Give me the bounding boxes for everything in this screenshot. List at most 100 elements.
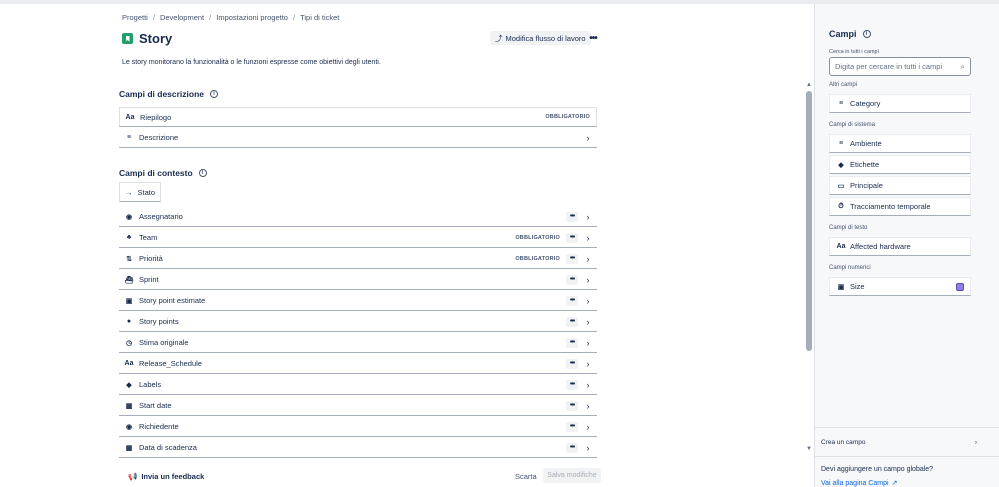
panel-field-label: Principale xyxy=(850,181,883,190)
panel-field-label: Ambiente xyxy=(850,139,882,148)
field-label: Story point estimate xyxy=(139,296,206,305)
breadcrumb-item-projects[interactable]: Progetti xyxy=(122,13,148,22)
field-row-data-di-scadenza[interactable]: ▦ Data di scadenza ••• › xyxy=(119,438,597,458)
breadcrumb-item-issue-types[interactable]: Tipi di ticket xyxy=(300,13,339,22)
chevron-right-icon[interactable]: › xyxy=(582,296,594,306)
user-icon: ◉ xyxy=(125,213,133,221)
panel-field-etichette[interactable]: ◆ Etichette xyxy=(829,155,971,174)
field-label: Stima originale xyxy=(139,338,189,347)
page-title: Story xyxy=(139,31,173,46)
panel-field-ambiente[interactable]: ≡ Ambiente xyxy=(829,134,971,153)
workflow-icon: ⤴ xyxy=(495,33,503,43)
field-row-release-schedule[interactable]: Aa Release_Schedule ••• › xyxy=(119,354,597,374)
context-section-label: Campi di contesto xyxy=(119,168,193,178)
feedback-button[interactable]: 📢 Invia un feedback xyxy=(128,472,204,481)
save-button[interactable]: Salva modifiche xyxy=(543,468,601,483)
field-label: Sprint xyxy=(139,275,159,284)
field-row-descrizione[interactable]: ≡ Descrizione › xyxy=(119,128,597,148)
check-circle-icon: ● xyxy=(126,318,132,325)
chevron-right-icon[interactable]: › xyxy=(582,212,594,222)
chevron-right-icon[interactable]: › xyxy=(582,401,594,411)
context-section-title: Campi di contesto i xyxy=(119,168,207,178)
field-label: Release_Schedule xyxy=(139,359,202,368)
tag-icon: ◆ xyxy=(838,161,844,169)
chevron-right-icon[interactable]: › xyxy=(582,133,594,143)
create-field-button[interactable]: Crea un campo › xyxy=(821,439,977,446)
paragraph-icon: ≡ xyxy=(126,134,132,141)
chevron-right-icon[interactable]: › xyxy=(582,275,594,285)
breadcrumb-item-settings[interactable]: Impostazioni progetto xyxy=(216,13,288,22)
more-icon[interactable]: ••• xyxy=(566,379,578,390)
panel-field-tracciamento-temporale[interactable]: ⏱ Tracciamento temporale xyxy=(829,197,971,216)
chevron-right-icon[interactable]: › xyxy=(582,380,594,390)
field-row-team[interactable]: ♣ Team OBBLIGATORIO ••• › xyxy=(119,228,597,248)
chevron-right-icon[interactable]: › xyxy=(582,443,594,453)
more-icon[interactable]: ••• xyxy=(566,232,578,243)
field-label: Priorità xyxy=(139,254,163,263)
group-label-system: Campi di sistema xyxy=(829,122,876,128)
chevron-right-icon[interactable]: › xyxy=(582,317,594,327)
field-row-richiedente[interactable]: ◉ Richiedente ••• › xyxy=(119,417,597,437)
scroll-down-arrow[interactable]: ▼ xyxy=(806,446,812,452)
fields-panel: Campi i Cerca in tutti i campi Digita pe… xyxy=(815,4,999,487)
scrollbar-thumb[interactable] xyxy=(806,91,812,351)
more-actions-button[interactable]: ••• xyxy=(586,31,600,45)
chevron-right-icon[interactable]: › xyxy=(582,233,594,243)
info-icon[interactable]: i xyxy=(210,90,219,98)
field-row-story-points[interactable]: ● Story points ••• › xyxy=(119,312,597,332)
fields-page-link[interactable]: Vai alla pagina Campi ↗ xyxy=(821,479,897,487)
scroll-up-arrow[interactable]: ▲ xyxy=(806,82,812,88)
field-row-stima-originale[interactable]: ◷ Stima originale ••• › xyxy=(119,333,597,353)
field-label: Story points xyxy=(139,317,179,326)
external-link-icon: ↗ xyxy=(891,480,898,487)
field-row-priorita[interactable]: ⇅ Priorità OBBLIGATORIO ••• › xyxy=(119,249,597,269)
info-icon[interactable]: i xyxy=(198,169,207,177)
info-icon[interactable]: i xyxy=(862,30,871,38)
field-label: Riepilogo xyxy=(140,112,172,122)
more-icon[interactable]: ••• xyxy=(566,358,578,369)
more-icon[interactable]: ••• xyxy=(566,274,578,285)
field-row-riepilogo[interactable]: Aa Riepilogo OBBLIGATORIO xyxy=(119,107,597,127)
more-icon[interactable]: ••• xyxy=(566,211,578,222)
more-icon[interactable]: ••• xyxy=(566,400,578,411)
breadcrumb-item-project[interactable]: Development xyxy=(160,13,204,22)
number-icon: ▣ xyxy=(837,283,845,291)
chevron-right-icon[interactable]: › xyxy=(582,338,594,348)
field-label: Team xyxy=(139,233,158,242)
more-icon[interactable]: ••• xyxy=(566,337,578,348)
search-input[interactable]: Digita per cercare in tutti i campi ⌕ xyxy=(829,57,971,76)
create-field-label: Crea un campo xyxy=(821,439,866,446)
field-row-story-point-estimate[interactable]: ▣ Story point estimate ••• › xyxy=(119,291,597,311)
panel-field-category[interactable]: ≡ Category xyxy=(829,94,971,113)
edit-workflow-button[interactable]: ⤴ Modifica flusso di lavoro xyxy=(490,31,591,45)
group-label-text: Campi di testo xyxy=(829,225,868,231)
discard-button[interactable]: Scarta xyxy=(515,472,537,481)
panel-field-label: Etichette xyxy=(850,160,880,169)
more-icon[interactable]: ••• xyxy=(566,316,578,327)
panel-field-principale[interactable]: ▭ Principale xyxy=(829,176,971,195)
more-icon[interactable]: ••• xyxy=(566,253,578,264)
more-icon[interactable]: ••• xyxy=(566,295,578,306)
breadcrumb-separator: / xyxy=(292,13,296,22)
stopwatch-icon: ⏱ xyxy=(838,202,844,210)
chevron-right-icon[interactable]: › xyxy=(582,422,594,432)
clock-icon: ◷ xyxy=(125,339,133,347)
chevron-right-icon[interactable]: › xyxy=(582,254,594,264)
chevron-right-icon: › xyxy=(974,439,977,446)
more-icon[interactable]: ••• xyxy=(566,421,578,432)
chevron-right-icon[interactable]: › xyxy=(582,359,594,369)
field-row-start-date[interactable]: ▦ Start date ••• › xyxy=(119,396,597,416)
field-row-assegnatario[interactable]: ◉ Assegnatario ••• › xyxy=(119,207,597,227)
more-icon[interactable]: ••• xyxy=(566,442,578,453)
panel-field-affected-hardware[interactable]: Aa Affected hardware xyxy=(829,237,971,256)
search-placeholder: Digita per cercare in tutti i campi xyxy=(835,62,943,71)
panel-divider xyxy=(815,456,999,457)
field-stato[interactable]: → Stato xyxy=(119,182,161,202)
panel-field-size[interactable]: ▣ Size xyxy=(829,277,971,296)
field-label: Stato xyxy=(137,187,156,197)
app-badge-icon xyxy=(956,282,964,291)
field-row-sprint[interactable]: ⛴ Sprint ••• › xyxy=(119,270,597,290)
tag-icon: ◆ xyxy=(126,381,132,389)
megaphone-icon: 📢 xyxy=(128,472,138,481)
field-row-labels[interactable]: ◆ Labels ••• › xyxy=(119,375,597,395)
